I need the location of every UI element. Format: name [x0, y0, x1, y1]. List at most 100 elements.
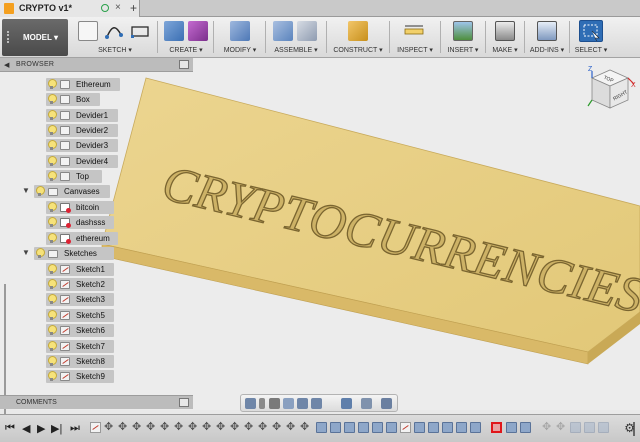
display-settings-icon[interactable] — [341, 398, 352, 409]
timeline-feature[interactable] — [244, 420, 255, 433]
form-icon[interactable] — [188, 21, 208, 41]
timeline-feature[interactable] — [542, 420, 553, 433]
grid-settings-icon[interactable] — [361, 398, 372, 409]
visibility-bulb-icon[interactable] — [36, 186, 45, 196]
joint-icon[interactable] — [297, 21, 317, 41]
list-item[interactable]: bitcoin — [46, 201, 114, 214]
timeline-feature[interactable] — [386, 422, 397, 433]
list-item[interactable]: Box — [46, 93, 100, 106]
timeline-feature[interactable] — [230, 420, 241, 433]
press-pull-icon[interactable] — [230, 21, 250, 41]
workspace-switcher[interactable]: MODEL ▾ — [2, 19, 68, 56]
list-item[interactable]: Devider4 — [46, 155, 118, 168]
select-icon[interactable] — [579, 20, 603, 42]
add-ins-group[interactable]: ADD-INS ▾ — [527, 19, 567, 56]
browser-header[interactable]: ◀ BROWSER — [0, 58, 193, 72]
timeline-feature[interactable] — [506, 422, 517, 433]
new-tab-button[interactable]: + — [130, 1, 137, 15]
inspect-menu[interactable]: INSPECT ▾ — [393, 46, 437, 54]
timeline-feature[interactable] — [104, 420, 115, 433]
timeline-feature[interactable] — [300, 420, 311, 433]
visibility-bulb-icon[interactable] — [48, 356, 57, 366]
timeline-feature[interactable] — [456, 422, 467, 433]
timeline-feature[interactable] — [286, 420, 297, 433]
timeline-feature[interactable] — [470, 422, 481, 433]
list-item[interactable]: Devider1 — [46, 109, 118, 122]
sketch-group[interactable]: SKETCH ▾ — [76, 19, 154, 56]
timeline-feature[interactable] — [118, 420, 129, 433]
timeline-feature[interactable] — [400, 422, 411, 433]
list-item[interactable]: Devider3 — [46, 139, 118, 152]
modify-menu[interactable]: MODIFY ▾ — [218, 46, 262, 54]
play-button[interactable]: ▶ — [37, 422, 45, 435]
fit-icon[interactable] — [311, 398, 322, 409]
new-component-icon[interactable] — [273, 21, 293, 41]
insert-group[interactable]: INSERT ▾ — [443, 19, 483, 56]
create-group[interactable]: CREATE ▾ — [162, 19, 210, 56]
close-tab-button[interactable]: × — [115, 2, 121, 13]
timeline-feature[interactable] — [216, 420, 227, 433]
extrude-icon[interactable] — [164, 21, 184, 41]
viewcube[interactable]: TOP RIGHT X Z — [580, 62, 638, 120]
go-to-end-button[interactable]: ⏭ — [70, 422, 80, 435]
folder-sketches[interactable]: ▼ Sketches — [22, 247, 114, 260]
timeline-feature[interactable] — [202, 420, 213, 433]
list-item[interactable]: ethereum — [46, 232, 118, 245]
panel-options-icon[interactable] — [179, 60, 189, 69]
timeline-feature[interactable] — [160, 420, 171, 433]
make-menu[interactable]: MAKE ▾ — [487, 46, 523, 54]
list-item[interactable]: Sketch6 — [46, 324, 114, 337]
timeline-feature[interactable] — [174, 420, 185, 433]
document-tab[interactable]: CRYPTO v1* × — [0, 0, 140, 17]
comments-header[interactable]: COMMENTS — [0, 395, 193, 409]
timeline-feature[interactable] — [428, 422, 439, 433]
visibility-bulb-icon[interactable] — [48, 125, 57, 135]
timeline-feature[interactable] — [188, 420, 199, 433]
visibility-bulb-icon[interactable] — [48, 264, 57, 274]
timeline-feature-selected[interactable] — [491, 422, 502, 433]
viewports-icon[interactable] — [381, 398, 392, 409]
visibility-bulb-icon[interactable] — [48, 140, 57, 150]
visibility-bulb-icon[interactable] — [48, 110, 57, 120]
insert-menu[interactable]: INSERT ▾ — [443, 46, 483, 54]
timeline-feature[interactable] — [344, 422, 355, 433]
make-group[interactable]: MAKE ▾ — [487, 19, 523, 56]
timeline-feature[interactable] — [442, 422, 453, 433]
list-item[interactable]: Sketch2 — [46, 278, 114, 291]
visibility-bulb-icon[interactable] — [48, 325, 57, 335]
list-item[interactable]: Top — [46, 170, 102, 183]
3d-print-icon[interactable] — [495, 21, 515, 41]
modify-group[interactable]: MODIFY ▾ — [218, 19, 262, 56]
panel-options-icon[interactable] — [179, 398, 189, 407]
create-menu[interactable]: CREATE ▾ — [162, 46, 210, 54]
timeline-feature[interactable] — [272, 420, 283, 433]
timeline-feature[interactable] — [146, 420, 157, 433]
rectangle-icon[interactable] — [130, 21, 150, 41]
orbit-dropdown-icon[interactable] — [259, 398, 265, 409]
assemble-menu[interactable]: ASSEMBLE ▾ — [269, 46, 323, 54]
visibility-bulb-icon[interactable] — [36, 248, 45, 258]
visibility-bulb-icon[interactable] — [48, 217, 57, 227]
visibility-bulb-icon[interactable] — [48, 79, 57, 89]
line-icon[interactable] — [104, 21, 124, 41]
timeline-feature[interactable] — [570, 422, 581, 433]
list-item[interactable]: dashsss — [46, 216, 114, 229]
list-item[interactable]: Ethereum — [46, 78, 120, 91]
timeline-feature[interactable] — [520, 422, 531, 433]
collapse-icon[interactable]: ◀ — [4, 61, 9, 69]
visibility-bulb-icon[interactable] — [48, 294, 57, 304]
step-back-button[interactable]: ◀ — [22, 422, 30, 435]
list-item[interactable]: Sketch7 — [46, 340, 114, 353]
insert-image-icon[interactable] — [453, 21, 473, 41]
list-item[interactable]: Sketch5 — [46, 309, 114, 322]
list-item[interactable]: Sketch1 — [46, 263, 114, 276]
visibility-bulb-icon[interactable] — [48, 279, 57, 289]
visibility-bulb-icon[interactable] — [48, 94, 57, 104]
timeline-feature[interactable] — [556, 420, 567, 433]
visibility-bulb-icon[interactable] — [48, 371, 57, 381]
measure-icon[interactable] — [403, 21, 424, 41]
list-item[interactable]: Sketch8 — [46, 355, 114, 368]
sketch-menu[interactable]: SKETCH ▾ — [76, 46, 154, 54]
pan-icon[interactable] — [283, 398, 294, 409]
visibility-bulb-icon[interactable] — [48, 171, 57, 181]
